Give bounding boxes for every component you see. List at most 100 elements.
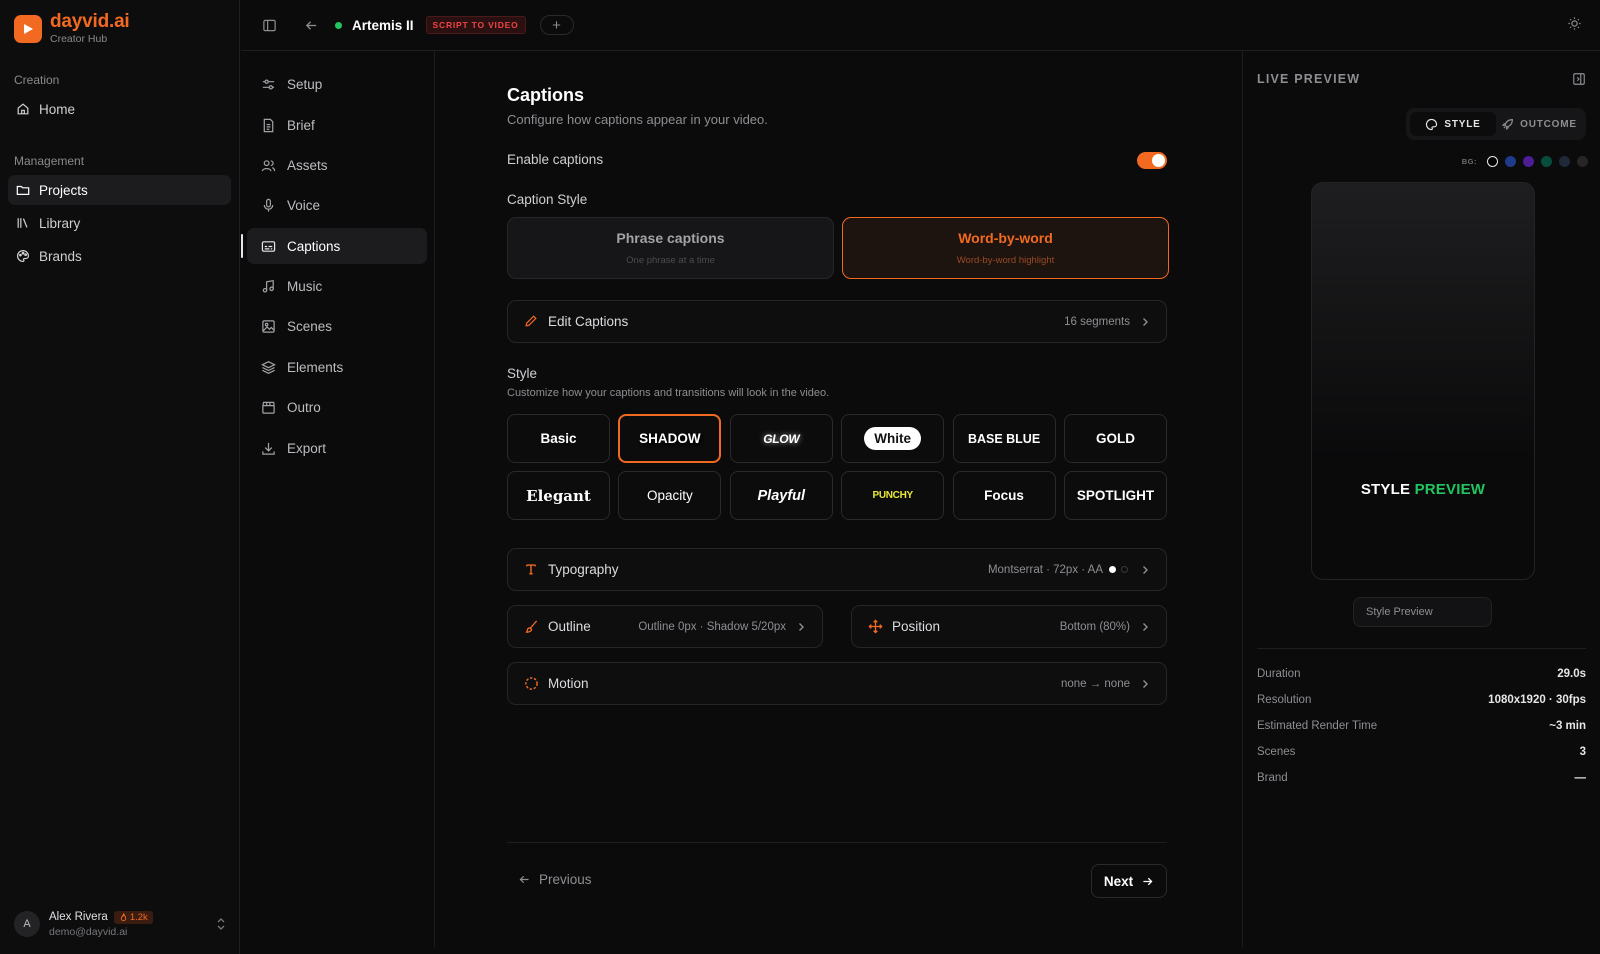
sidebar: dayvid.ai Creator Hub Creation Home Mana… bbox=[0, 0, 240, 954]
step-elements[interactable]: Elements bbox=[247, 349, 427, 385]
position-label: Position bbox=[892, 619, 941, 634]
next-button[interactable]: Next bbox=[1091, 864, 1167, 898]
sidebar-item-label: Brands bbox=[39, 248, 82, 264]
bg-swatch-gray[interactable] bbox=[1577, 156, 1588, 167]
caption-style-phrase[interactable]: Phrase captions One phrase at a time bbox=[507, 217, 834, 279]
bg-swatch-slate[interactable] bbox=[1559, 156, 1570, 167]
style-tile-gold[interactable]: GOLD bbox=[1063, 414, 1167, 463]
user-menu[interactable]: A Alex Rivera 1.2k demo@dayvid.ai bbox=[14, 908, 226, 940]
rocket-icon bbox=[1501, 118, 1514, 131]
bg-swatch-blue[interactable] bbox=[1505, 156, 1516, 167]
back-arrow-icon[interactable] bbox=[297, 11, 325, 39]
music-icon bbox=[261, 279, 276, 294]
style-tile-label: Focus bbox=[984, 488, 1024, 503]
tab-style[interactable]: STYLE bbox=[1410, 112, 1496, 136]
page-subtitle: Configure how captions appear in your vi… bbox=[507, 112, 768, 127]
position-row[interactable]: Position Bottom (80%) bbox=[851, 605, 1167, 648]
info-key: Resolution bbox=[1257, 694, 1312, 706]
previous-button[interactable]: Previous bbox=[518, 872, 592, 887]
style-tile-shadow[interactable]: SHADOW bbox=[618, 414, 722, 463]
outline-label: Outline bbox=[548, 619, 591, 634]
step-nav: Setup Brief Assets Voice Captions Music … bbox=[241, 52, 435, 947]
position-value: Bottom (80%) bbox=[1059, 620, 1130, 633]
info-row-resolution: Resolution 1080x1920 · 30fps bbox=[1257, 694, 1586, 710]
step-voice[interactable]: Voice bbox=[247, 187, 427, 223]
brush-icon bbox=[524, 619, 540, 635]
style-tile-elegant[interactable]: Elegant bbox=[507, 471, 610, 520]
sidebar-item-home[interactable]: Home bbox=[8, 94, 231, 124]
caption-style-sub: Word-by-word highlight bbox=[956, 255, 1055, 266]
style-tile-focus[interactable]: Focus bbox=[952, 471, 1056, 520]
panel-collapse-icon[interactable] bbox=[1572, 72, 1586, 86]
captions-icon bbox=[261, 239, 276, 254]
style-tile-opacity[interactable]: Opacity bbox=[618, 471, 722, 520]
style-tile-basic[interactable]: Basic bbox=[507, 414, 610, 463]
style-tile-label: White bbox=[864, 427, 922, 450]
style-tile-base-blue[interactable]: BASE BLUE bbox=[952, 414, 1056, 463]
info-key: Scenes bbox=[1257, 746, 1296, 758]
style-tile-punchy[interactable]: PUNCHY bbox=[841, 471, 945, 520]
clapper-icon bbox=[261, 400, 276, 415]
bg-label: BG: bbox=[1461, 157, 1477, 166]
add-tab-button[interactable]: + bbox=[539, 15, 574, 35]
step-label: Setup bbox=[287, 76, 323, 92]
text-color-dot bbox=[1109, 566, 1116, 573]
theme-toggle-sun-icon[interactable] bbox=[1567, 16, 1582, 31]
edit-captions-row[interactable]: Edit Captions 16 segments bbox=[507, 300, 1167, 343]
step-label: Music bbox=[287, 278, 323, 294]
typography-label: Typography bbox=[548, 562, 619, 577]
section-label-creation: Creation bbox=[14, 73, 60, 87]
step-label: Scenes bbox=[287, 318, 333, 334]
sidebar-item-label: Projects bbox=[39, 182, 88, 198]
typography-row[interactable]: Typography Montserrat · 72px · AA bbox=[507, 548, 1167, 591]
step-brief[interactable]: Brief bbox=[247, 107, 427, 143]
sliders-icon bbox=[261, 77, 276, 92]
credits-badge: 1.2k bbox=[113, 910, 153, 924]
bg-swatch-purple[interactable] bbox=[1523, 156, 1534, 167]
tab-outcome[interactable]: OUTCOME bbox=[1496, 112, 1582, 136]
move-arrows-icon bbox=[868, 618, 884, 635]
project-type-tag: SCRIPT TO VIDEO bbox=[425, 16, 526, 34]
sidebar-item-brands[interactable]: Brands bbox=[8, 241, 231, 271]
brand-name: dayvid.ai bbox=[50, 11, 130, 32]
sidebar-toggle-icon[interactable] bbox=[255, 11, 283, 39]
style-tile-spotlight[interactable]: SPOTLIGHT bbox=[1063, 471, 1167, 520]
style-tile-label: SHADOW bbox=[639, 431, 701, 446]
info-key: Duration bbox=[1257, 668, 1301, 680]
preview-text-input[interactable]: Style Preview bbox=[1353, 597, 1492, 627]
step-assets[interactable]: Assets bbox=[247, 147, 427, 183]
motion-value: none → none bbox=[1060, 677, 1130, 690]
brand[interactable]: dayvid.ai Creator Hub bbox=[14, 12, 130, 45]
info-row-scenes: Scenes 3 bbox=[1257, 746, 1586, 762]
chevron-right-icon bbox=[1140, 622, 1150, 632]
sidebar-item-library[interactable]: Library bbox=[8, 208, 231, 238]
style-tile-label: GLOW bbox=[763, 431, 800, 446]
step-music[interactable]: Music bbox=[247, 268, 427, 304]
bg-swatch-black[interactable] bbox=[1487, 156, 1498, 167]
outline-row[interactable]: Outline Outline 0px · Shadow 5/20px bbox=[507, 605, 823, 648]
step-scenes[interactable]: Scenes bbox=[247, 308, 427, 344]
next-label: Next bbox=[1103, 873, 1134, 889]
style-tile-white[interactable]: White bbox=[841, 414, 945, 463]
chevron-right-icon bbox=[1140, 679, 1150, 689]
style-tile-glow[interactable]: GLOW bbox=[729, 414, 833, 463]
chevron-right-icon bbox=[1140, 317, 1150, 327]
info-key: Brand bbox=[1257, 772, 1288, 784]
step-export[interactable]: Export bbox=[247, 430, 427, 466]
phone-preview: STYLE PREVIEW bbox=[1311, 182, 1535, 580]
bg-swatch-green[interactable] bbox=[1541, 156, 1552, 167]
caption-style-word-by-word[interactable]: Word-by-word Word-by-word highlight bbox=[842, 217, 1169, 279]
user-email: demo@dayvid.ai bbox=[49, 925, 128, 938]
edit-captions-label: Edit Captions bbox=[548, 314, 629, 329]
style-tile-playful[interactable]: Playful bbox=[729, 471, 833, 520]
sidebar-item-projects[interactable]: Projects bbox=[8, 175, 231, 205]
palette-icon bbox=[1425, 118, 1438, 131]
enable-captions-toggle[interactable] bbox=[1137, 152, 1167, 169]
info-row-duration: Duration 29.0s bbox=[1257, 668, 1586, 684]
step-setup[interactable]: Setup bbox=[247, 66, 427, 102]
motion-label: Motion bbox=[548, 676, 589, 691]
step-captions[interactable]: Captions bbox=[241, 228, 427, 264]
text-t-icon bbox=[524, 562, 540, 578]
motion-row[interactable]: Motion none → none bbox=[507, 662, 1167, 705]
step-outro[interactable]: Outro bbox=[247, 389, 427, 425]
